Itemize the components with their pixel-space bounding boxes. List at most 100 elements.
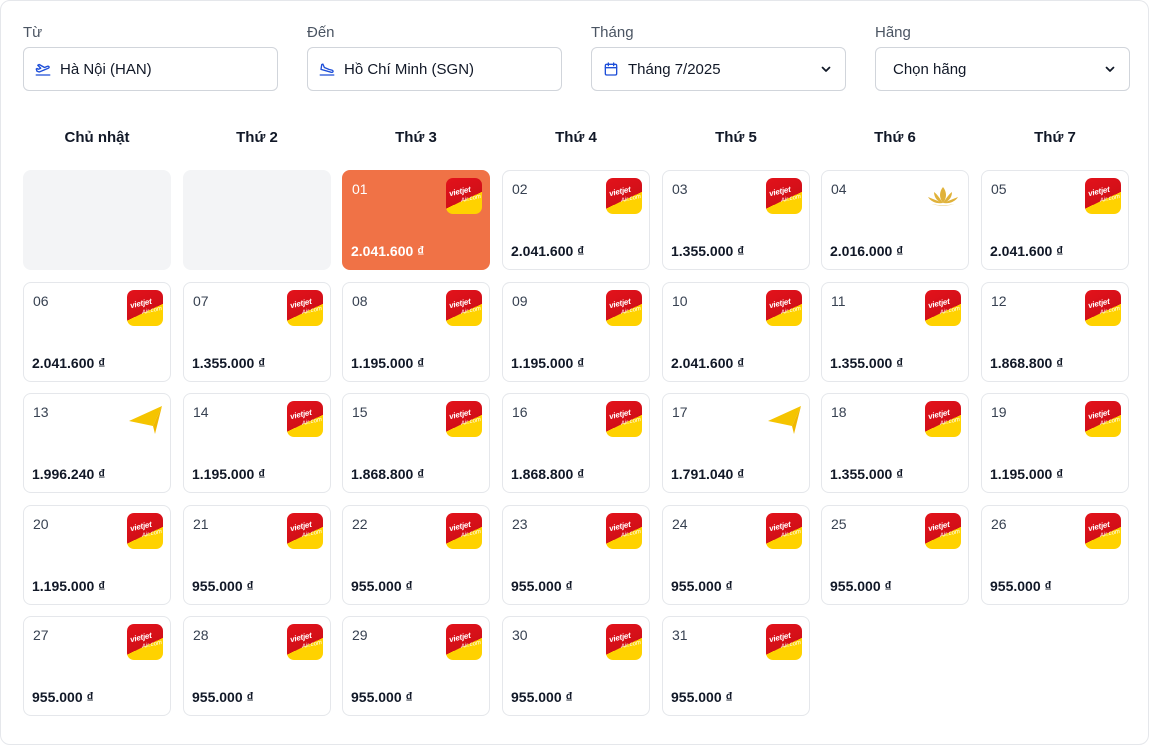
day-cell-06[interactable]: 06 vietjet Air.com 2.041.600 ₫ [23,282,171,382]
day-price: 2.041.600 ₫ [351,243,425,259]
month-select[interactable]: Tháng 7/2025 [591,47,846,91]
chevron-down-icon [819,62,833,76]
day-number: 05 [991,181,1007,197]
day-cell-12[interactable]: 12 vietjet Air.com 1.868.800 ₫ [981,282,1129,382]
day-cell-28[interactable]: 28 vietjet Air.com 955.000 ₫ [183,616,331,716]
day-cell-13[interactable]: 13 1.996.240 ₫ [23,393,171,493]
vietjet-logo-icon: vietjet Air.com [287,401,323,437]
day-cell-11[interactable]: 11 vietjet Air.com 1.355.000 ₫ [821,282,969,382]
plane-landing-icon [318,60,336,78]
logo-text: Air.com [141,528,163,540]
day-cell-30[interactable]: 30 vietjet Air.com 955.000 ₫ [502,616,650,716]
day-number: 02 [512,181,528,197]
vietjet-logo-icon: vietjet Air.com [446,290,482,326]
day-number: 13 [33,404,49,420]
day-cell-03[interactable]: 03 vietjet Air.com 1.355.000 ₫ [662,170,810,270]
day-price: 1.355.000 ₫ [830,466,904,482]
from-input[interactable]: Hà Nội (HAN) [23,47,278,91]
vietjet-logo-icon: vietjet Air.com [127,290,163,326]
logo-text: Air.com [1099,528,1121,540]
day-cell-25[interactable]: 25 vietjet Air.com 955.000 ₫ [821,505,969,605]
day-number: 30 [512,627,528,643]
vietjet-logo-icon: vietjet Air.com [925,513,961,549]
day-cell-14[interactable]: 14 vietjet Air.com 1.195.000 ₫ [183,393,331,493]
day-cell-27[interactable]: 27 vietjet Air.com 955.000 ₫ [23,616,171,716]
day-price: 1.195.000 ₫ [32,578,106,594]
day-price: 1.195.000 ₫ [192,466,266,482]
logo-text: Air.com [141,639,163,651]
day-price: 2.041.600 ₫ [511,243,585,259]
day-cell-02[interactable]: 02 vietjet Air.com 2.041.600 ₫ [502,170,650,270]
logo-text: Air.com [301,639,323,651]
day-price: 955.000 ₫ [192,689,254,705]
airline-value: Chọn hãng [893,60,967,78]
from-label: Từ [23,24,43,41]
day-cell-07[interactable]: 07 vietjet Air.com 1.355.000 ₫ [183,282,331,382]
day-cell-23[interactable]: 23 vietjet Air.com 955.000 ₫ [502,505,650,605]
day-price: 1.195.000 ₫ [351,355,425,371]
airline-select[interactable]: Chọn hãng [875,47,1130,91]
vietjet-logo-icon: vietjet Air.com [127,513,163,549]
day-cell-15[interactable]: 15 vietjet Air.com 1.868.800 ₫ [342,393,490,493]
weekday-monday: Thứ 2 [236,129,278,146]
day-price: 1.868.800 ₫ [351,466,425,482]
vietjet-logo-icon: vietjet Air.com [446,624,482,660]
day-number: 31 [672,627,688,643]
day-cell-22[interactable]: 22 vietjet Air.com 955.000 ₫ [342,505,490,605]
day-price: 1.868.800 ₫ [511,466,585,482]
day-cell-26[interactable]: 26 vietjet Air.com 955.000 ₫ [981,505,1129,605]
day-cell-04[interactable]: 04 2.016.000 ₫ [821,170,969,270]
vietjet-logo-icon: vietjet Air.com [606,401,642,437]
calendar-grid: 01 vietjet Air.com 2.041.600 ₫ 02 vietjet Air.… [23,170,1130,718]
day-cell-05[interactable]: 05 vietjet Air.com 2.041.600 ₫ [981,170,1129,270]
vietjet-logo-icon: vietjet Air.com [606,290,642,326]
day-number: 15 [352,404,368,420]
day-cell-29[interactable]: 29 vietjet Air.com 955.000 ₫ [342,616,490,716]
day-price: 955.000 ₫ [671,689,733,705]
day-cell-18[interactable]: 18 vietjet Air.com 1.355.000 ₫ [821,393,969,493]
day-number: 25 [831,516,847,532]
day-cell-01[interactable]: 01 vietjet Air.com 2.041.600 ₫ [342,170,490,270]
month-value: Tháng 7/2025 [628,60,721,78]
day-price: 1.195.000 ₫ [990,466,1064,482]
logo-text: Air.com [620,416,642,428]
logo-text: Air.com [301,305,323,317]
day-cell-08[interactable]: 08 vietjet Air.com 1.195.000 ₫ [342,282,490,382]
logo-text: Air.com [301,528,323,540]
day-number: 04 [831,181,847,197]
vietjet-logo-icon: vietjet Air.com [1085,178,1121,214]
day-price: 1.355.000 ₫ [830,355,904,371]
day-cell-09[interactable]: 09 vietjet Air.com 1.195.000 ₫ [502,282,650,382]
day-cell-20[interactable]: 20 vietjet Air.com 1.195.000 ₫ [23,505,171,605]
day-price: 1.791.040 ₫ [671,466,745,482]
weekday-header: Chủ nhật Thứ 2 Thứ 3 Thứ 4 Thứ 5 Thứ 6 T… [23,127,1130,149]
day-cell-21[interactable]: 21 vietjet Air.com 955.000 ₫ [183,505,331,605]
day-price: 2.041.600 ₫ [990,243,1064,259]
day-number: 29 [352,627,368,643]
day-number: 21 [193,516,209,532]
logo-text: Air.com [939,416,961,428]
logo-text: Air.com [1099,416,1121,428]
vietjet-logo-icon: vietjet Air.com [1085,513,1121,549]
vietjet-logo-icon: vietjet Air.com [127,624,163,660]
vietjet-logo-icon: vietjet Air.com [925,401,961,437]
to-input[interactable]: Hồ Chí Minh (SGN) [307,47,562,91]
day-cell-16[interactable]: 16 vietjet Air.com 1.868.800 ₫ [502,393,650,493]
plane-takeoff-icon [34,60,52,78]
day-number: 09 [512,293,528,309]
day-cell-31[interactable]: 31 vietjet Air.com 955.000 ₫ [662,616,810,716]
day-number: 07 [193,293,209,309]
day-price: 2.041.600 ₫ [32,355,106,371]
day-number: 08 [352,293,368,309]
day-cell-19[interactable]: 19 vietjet Air.com 1.195.000 ₫ [981,393,1129,493]
vietjet-logo-icon: vietjet Air.com [766,513,802,549]
day-number: 23 [512,516,528,532]
vietjet-logo-icon: vietjet Air.com [446,513,482,549]
day-cell-17[interactable]: 17 1.791.040 ₫ [662,393,810,493]
logo-text: Air.com [460,528,482,540]
logo-text: Air.com [780,193,802,205]
day-price: 1.355.000 ₫ [671,243,745,259]
day-cell-10[interactable]: 10 vietjet Air.com 2.041.600 ₫ [662,282,810,382]
day-cell-24[interactable]: 24 vietjet Air.com 955.000 ₫ [662,505,810,605]
logo-text: Air.com [460,305,482,317]
